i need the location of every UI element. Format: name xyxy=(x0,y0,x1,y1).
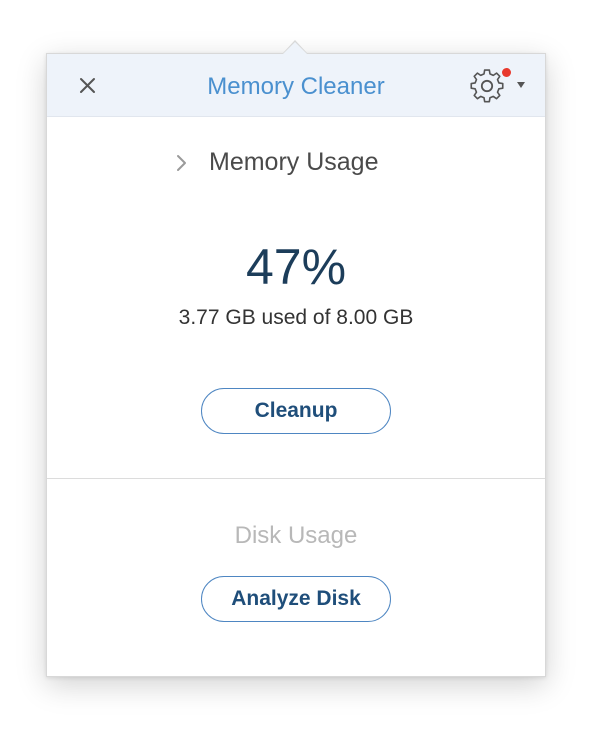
memory-usage-detail: 3.77 GB used of 8.00 GB xyxy=(178,306,414,329)
disk-usage-title: Disk Usage xyxy=(234,522,358,549)
close-icon xyxy=(80,78,95,93)
gear-icon xyxy=(470,69,504,103)
close-button[interactable] xyxy=(73,70,103,100)
chevron-down-icon xyxy=(517,82,525,88)
notification-badge xyxy=(502,68,511,77)
memory-usage-toggle[interactable]: Memory Usage xyxy=(165,142,425,186)
memory-cleaner-popover: Memory Cleaner Memory Usage 47% 3.77 GB … xyxy=(46,53,546,677)
section-divider xyxy=(47,478,545,479)
popover-arrow-fill xyxy=(283,42,307,54)
header-bar: Memory Cleaner xyxy=(47,54,545,117)
settings-menu-button[interactable] xyxy=(467,66,529,106)
memory-usage-percent: 47% xyxy=(245,239,347,295)
cleanup-button[interactable]: Cleanup xyxy=(201,388,391,434)
chevron-right-icon xyxy=(177,155,186,171)
analyze-disk-button[interactable]: Analyze Disk xyxy=(201,576,391,622)
memory-usage-title: Memory Usage xyxy=(209,148,379,176)
